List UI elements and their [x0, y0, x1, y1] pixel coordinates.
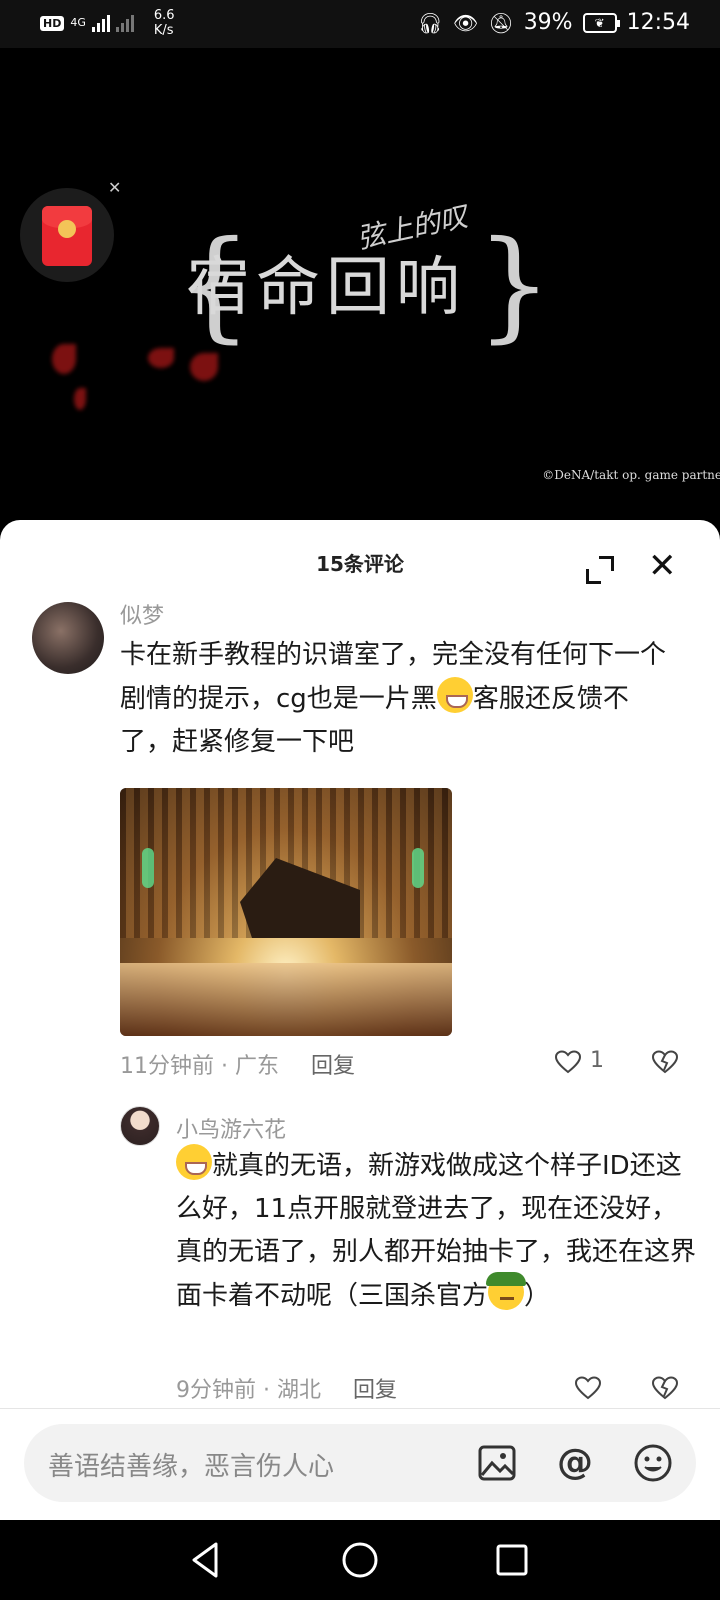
status-bar: HD 4G 6.6 K/s 🎧︎ 👁︎ 🔕︎ 39% ❦ 12:54: [0, 0, 720, 48]
back-icon[interactable]: [184, 1538, 228, 1582]
comments-sheet: 15条评论 ✕ 似梦 卡在新手教程的识谱室了，完全没有任何下一个剧情的提示，cg…: [0, 520, 720, 1520]
avatar[interactable]: [32, 602, 104, 674]
like-count: 1: [590, 1048, 604, 1073]
svg-text:@: @: [557, 1442, 593, 1483]
battery-percent: 39%: [523, 10, 573, 35]
red-packet-icon[interactable]: [42, 206, 92, 266]
recents-icon[interactable]: [490, 1538, 534, 1582]
signal-icon-secondary: [115, 14, 134, 32]
comment-image[interactable]: [120, 788, 452, 1036]
comment-input-placeholder: 善语结善缘，恶言伤人心: [48, 1452, 335, 1482]
speed-value: 6.6: [153, 8, 175, 23]
mute-bell-icon: 🔕︎: [488, 10, 514, 35]
comment-input[interactable]: 善语结善缘，恶言伤人心 @: [24, 1424, 696, 1502]
expand-icon[interactable]: [586, 556, 614, 584]
eye-icon: 👁︎: [452, 10, 479, 35]
status-left: HD 4G 6.6 K/s: [40, 8, 175, 38]
battery-icon: ❦: [582, 12, 620, 33]
comment-meta: 9分钟前 · 湖北 回复: [176, 1372, 397, 1404]
image-icon[interactable]: [476, 1442, 518, 1484]
network-speed: 6.6 K/s: [154, 8, 175, 38]
petal-decoration: [148, 348, 174, 368]
comment-time-location: 11分钟前 · 广东: [120, 1054, 279, 1079]
headphones-icon: 🎧︎: [417, 10, 443, 35]
sweat-smile-emoji-icon: [176, 1144, 212, 1180]
like-heart-icon[interactable]: [554, 1050, 582, 1074]
comment-text[interactable]: 卡在新手教程的识谱室了，完全没有任何下一个剧情的提示，cg也是一片黑 客服还反馈不…: [120, 634, 680, 764]
close-icon[interactable]: ✕: [648, 546, 677, 586]
hd-badge: HD: [40, 15, 65, 31]
dislike-broken-heart-icon[interactable]: [651, 1050, 679, 1074]
status-right: 🎧︎ 👁︎ 🔕︎ 39% ❦ 12:54: [418, 10, 690, 35]
reply-button[interactable]: 回复: [353, 1372, 397, 1404]
game-logo: 宿命回响: [186, 251, 466, 325]
soldier-emoji-icon: [486, 1272, 527, 1310]
comment-username[interactable]: 小鸟游六花: [176, 1112, 286, 1144]
comment-input-bar: 善语结善缘，恶言伤人心 @: [0, 1408, 720, 1520]
petal-decoration: [190, 353, 218, 381]
comment-time-location: 9分钟前 · 湖北: [176, 1378, 321, 1403]
home-icon[interactable]: [338, 1538, 382, 1582]
comment-username[interactable]: 似梦: [120, 598, 164, 630]
sweat-smile-emoji-icon: [436, 677, 473, 713]
red-packet-close-icon[interactable]: ✕: [108, 178, 121, 197]
comment-text-part: 就真的无语，新游戏做成这个样子ID还这么好，11点开服就登进去了，现在还没好，真…: [176, 1151, 697, 1311]
petal-decoration: [74, 388, 86, 410]
reply-button[interactable]: 回复: [311, 1048, 355, 1080]
system-nav-bar: [0, 1520, 720, 1600]
emoji-icon[interactable]: [632, 1442, 674, 1484]
dislike-broken-heart-icon[interactable]: [651, 1376, 679, 1400]
copyright-text: ©DeNA/takt op. game partne: [542, 468, 720, 482]
comment-text-part: ）: [524, 1281, 551, 1311]
signal-icon: [91, 14, 110, 32]
video-player[interactable]: { } 弦上的叹 宿命回响 ©DeNA/takt op. game partne…: [0, 48, 720, 518]
clock: 12:54: [626, 10, 690, 35]
network-type: 4G: [70, 16, 86, 29]
petal-decoration: [52, 344, 76, 374]
like-heart-icon[interactable]: [574, 1376, 602, 1400]
avatar[interactable]: [120, 1106, 160, 1146]
comment-meta: 11分钟前 · 广东 回复: [120, 1048, 355, 1080]
speed-unit: K/s: [153, 23, 174, 38]
comment-text[interactable]: 就真的无语，新游戏做成这个样子ID还这么好，11点开服就登进去了，现在还没好，真…: [176, 1144, 696, 1318]
mention-at-icon[interactable]: @: [554, 1442, 596, 1484]
logo-brace-right: }: [476, 216, 553, 355]
